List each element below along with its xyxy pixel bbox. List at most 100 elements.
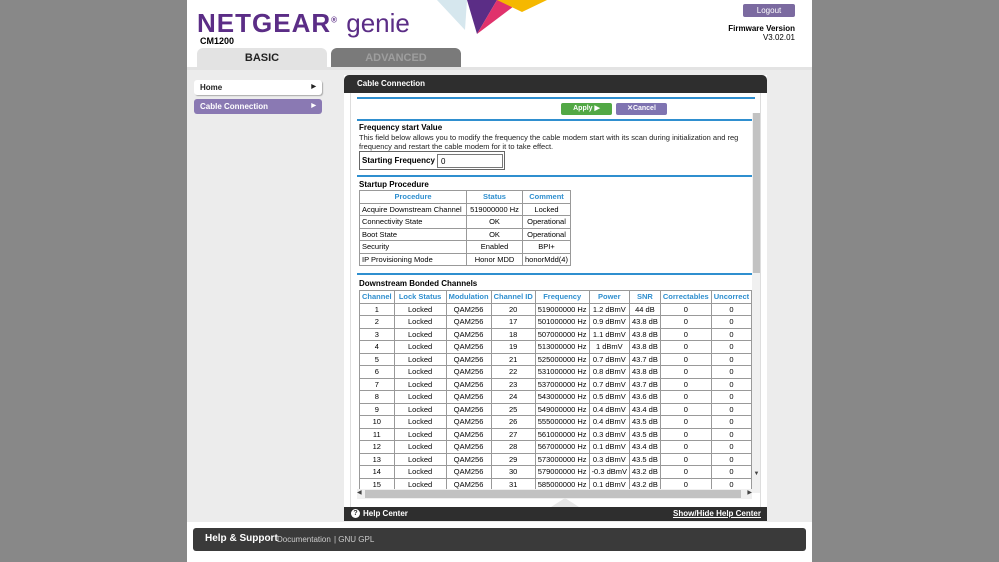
table-cell: 0 bbox=[711, 341, 751, 354]
scrollbar-thumb[interactable] bbox=[365, 490, 741, 498]
table-cell: Locked bbox=[394, 453, 446, 466]
model-name: CM1200 bbox=[200, 36, 234, 46]
table-row: 2LockedQAM25617501000000 Hz0.9 dBmV43.8 … bbox=[360, 316, 752, 329]
table-cell: 0.7 dBmV bbox=[589, 353, 629, 366]
logout-button[interactable]: Logout bbox=[743, 4, 795, 17]
table-cell: Locked bbox=[394, 416, 446, 429]
table-cell: 43.6 dB bbox=[630, 391, 661, 404]
table-cell: 0 bbox=[660, 328, 711, 341]
column-header: Procedure bbox=[360, 191, 467, 204]
table-cell: 0 bbox=[711, 303, 751, 316]
table-row: 4LockedQAM25619513000000 Hz1 dBmV43.8 dB… bbox=[360, 341, 752, 354]
table-cell: 43.5 dB bbox=[630, 453, 661, 466]
table-cell: 1 bbox=[360, 303, 395, 316]
table-cell: 13 bbox=[360, 453, 395, 466]
tab-advanced[interactable]: ADVANCED bbox=[331, 48, 461, 68]
table-cell: 5 bbox=[360, 353, 395, 366]
table-cell: 0 bbox=[660, 353, 711, 366]
table-cell: 549000000 Hz bbox=[535, 403, 589, 416]
table-cell: 26 bbox=[491, 416, 535, 429]
table-cell: QAM256 bbox=[446, 416, 491, 429]
documentation-link[interactable]: Documentation bbox=[277, 535, 331, 544]
table-cell: 0 bbox=[660, 428, 711, 441]
vertical-scrollbar[interactable] bbox=[752, 113, 761, 493]
table-cell: 0 bbox=[660, 316, 711, 329]
table-cell: BPI+ bbox=[523, 241, 571, 254]
table-cell: 43.4 dB bbox=[630, 403, 661, 416]
main-panel: Cable Connection Apply ▶ ✕Cancel Frequen… bbox=[344, 75, 767, 519]
table-cell: Locked bbox=[394, 441, 446, 454]
scroll-down-arrow-icon[interactable]: ▼ bbox=[752, 471, 761, 480]
tab-basic[interactable]: BASIC bbox=[197, 48, 327, 68]
starting-frequency-input[interactable] bbox=[437, 154, 503, 168]
firmware-version-label: Firmware Version bbox=[728, 24, 795, 33]
table-cell: 22 bbox=[491, 366, 535, 379]
table-cell: 0 bbox=[711, 378, 751, 391]
scroll-right-arrow-icon[interactable]: ▶ bbox=[747, 489, 752, 496]
sidebar-item-cable-connection[interactable]: Cable Connection ▶ bbox=[194, 99, 322, 114]
table-cell: 0 bbox=[660, 466, 711, 479]
column-header: Lock Status bbox=[394, 291, 446, 304]
table-cell: 531000000 Hz bbox=[535, 366, 589, 379]
page: NETGEAR® genie CM1200 Logout Firmware Ve… bbox=[187, 0, 812, 562]
frequency-description-line: This field below allows you to modify th… bbox=[359, 133, 757, 142]
netgear-genie-logo: NETGEAR® genie bbox=[197, 8, 410, 39]
sidebar-item-home[interactable]: Home ▶ bbox=[194, 80, 322, 95]
table-cell: 8 bbox=[360, 391, 395, 404]
table-cell: 1.2 dBmV bbox=[589, 303, 629, 316]
collapse-help-handle[interactable] bbox=[551, 498, 579, 507]
table-row: Connectivity State OK Operational bbox=[360, 216, 571, 229]
table-cell: 0 bbox=[711, 428, 751, 441]
table-cell: Locked bbox=[394, 391, 446, 404]
table-cell: 501000000 Hz bbox=[535, 316, 589, 329]
table-cell: 12 bbox=[360, 441, 395, 454]
table-cell: 25 bbox=[491, 403, 535, 416]
table-cell: 6 bbox=[360, 366, 395, 379]
apply-button[interactable]: Apply ▶ bbox=[561, 103, 612, 115]
brand-decoration-graphic bbox=[437, 0, 547, 34]
table-cell: IP Provisioning Mode bbox=[360, 253, 467, 266]
table-cell: 0.9 dBmV bbox=[589, 316, 629, 329]
table-cell: 0 bbox=[711, 353, 751, 366]
table-cell: QAM256 bbox=[446, 441, 491, 454]
sidebar-item-label: Cable Connection bbox=[200, 102, 268, 111]
table-cell: 0 bbox=[711, 453, 751, 466]
help-center-label[interactable]: Help Center bbox=[363, 507, 408, 521]
table-cell: 0 bbox=[660, 378, 711, 391]
content-area: Home ▶ Cable Connection ▶ Cable Connecti… bbox=[187, 70, 812, 522]
divider bbox=[357, 119, 755, 121]
table-cell: 4 bbox=[360, 341, 395, 354]
cancel-button[interactable]: ✕Cancel bbox=[616, 103, 667, 115]
starting-frequency-label: Starting Frequency bbox=[362, 156, 435, 165]
table-cell: QAM256 bbox=[446, 453, 491, 466]
table-cell: 0 bbox=[660, 403, 711, 416]
logo-trademark: ® bbox=[331, 15, 338, 24]
show-hide-help-link[interactable]: Show/Hide Help Center bbox=[673, 507, 761, 521]
table-cell: 43.2 dB bbox=[630, 466, 661, 479]
gnu-gpl-link[interactable]: | GNU GPL bbox=[334, 535, 374, 544]
table-cell: 0 bbox=[660, 341, 711, 354]
table-cell: 43.4 dB bbox=[630, 441, 661, 454]
header: NETGEAR® genie CM1200 Logout Firmware Ve… bbox=[187, 0, 812, 68]
table-row: 11LockedQAM25627561000000 Hz0.3 dBmV43.5… bbox=[360, 428, 752, 441]
scroll-left-arrow-icon[interactable]: ◀ bbox=[357, 489, 362, 496]
table-cell: 0 bbox=[711, 403, 751, 416]
table-row: Security Enabled BPI+ bbox=[360, 241, 571, 254]
table-cell: Locked bbox=[394, 403, 446, 416]
table-row: 3LockedQAM25618507000000 Hz1.1 dBmV43.8 … bbox=[360, 328, 752, 341]
table-row: 6LockedQAM25622531000000 Hz0.8 dBmV43.8 … bbox=[360, 366, 752, 379]
table-cell: 0.5 dBmV bbox=[589, 391, 629, 404]
frequency-section-title: Frequency start Value bbox=[359, 123, 442, 132]
help-center-bar: ? Help Center Show/Hide Help Center bbox=[344, 507, 767, 521]
column-header: SNR bbox=[630, 291, 661, 304]
column-header: Power bbox=[589, 291, 629, 304]
table-cell: 14 bbox=[360, 466, 395, 479]
table-cell: QAM256 bbox=[446, 378, 491, 391]
table-cell: 537000000 Hz bbox=[535, 378, 589, 391]
table-cell: Locked bbox=[394, 328, 446, 341]
scrollbar-thumb[interactable] bbox=[753, 113, 760, 273]
table-cell: 519000000 Hz bbox=[467, 203, 523, 216]
help-support-label: Help & Support bbox=[205, 533, 278, 544]
column-header: Uncorrect bbox=[711, 291, 751, 304]
table-cell: 1.1 dBmV bbox=[589, 328, 629, 341]
